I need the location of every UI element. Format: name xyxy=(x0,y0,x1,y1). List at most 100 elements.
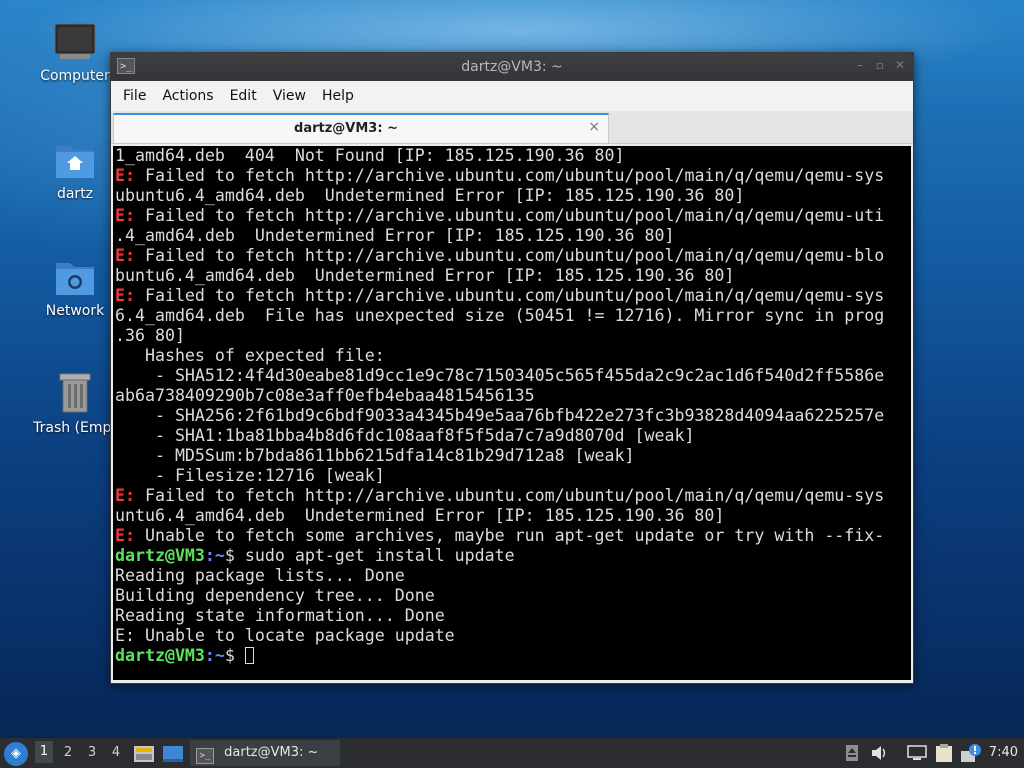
terminal-line: - MD5Sum:b7bda8611bb6215dfa14c81b29d712a… xyxy=(113,446,911,466)
tab-close-icon[interactable]: × xyxy=(588,119,600,135)
line-text: - SHA1:1ba81bba4b8d6fdc108aaf8f5f5da7c7a… xyxy=(115,426,695,445)
terminal-line: ubuntu6.4_amd64.deb Undetermined Error [… xyxy=(113,186,911,206)
terminal-line: 6.4_amd64.deb File has unexpected size (… xyxy=(113,306,911,326)
line-text: Hashes of expected file: xyxy=(115,346,385,365)
computer-icon xyxy=(54,23,96,59)
terminal-line: dartz@VM3:~$ sudo apt-get install update xyxy=(113,546,911,566)
terminal-line: - SHA256:2f61bd9c6bdf9033a4345b49e5aa76b… xyxy=(113,406,911,426)
terminal-line: Hashes of expected file: xyxy=(113,346,911,366)
menu-edit[interactable]: Edit xyxy=(222,81,265,111)
show-desktop-icon[interactable] xyxy=(162,744,184,764)
terminal-line: dartz@VM3:~$ xyxy=(113,646,911,666)
network-folder-icon xyxy=(56,263,94,295)
line-text: - SHA512:4f4d30eabe81d9cc1e9c78c71503405… xyxy=(115,366,885,385)
line-text: buntu6.4_amd64.deb Undetermined Error [I… xyxy=(115,266,735,285)
error-prefix: E: xyxy=(115,286,135,305)
prompt-user: dartz@VM3 xyxy=(115,546,205,565)
tab-terminal[interactable]: dartz@VM3: ~ × xyxy=(113,113,609,143)
terminal-task-icon: >_ xyxy=(196,748,214,764)
terminal-line: E: Failed to fetch http://archive.ubuntu… xyxy=(113,246,911,266)
line-text: Failed to fetch http://archive.ubuntu.co… xyxy=(134,286,885,305)
terminal-line: E: Unable to locate package update xyxy=(113,626,911,646)
line-text: ab6a738409290b7c08e3aff0efb4ebaa48154561… xyxy=(115,386,535,405)
desktop: Computer dartz Network Trash (Empt >_ da… xyxy=(0,0,1024,768)
error-prefix: E: xyxy=(115,526,135,545)
window-controls: – ▫ ✕ xyxy=(853,58,907,72)
notification-icon[interactable] xyxy=(960,743,982,763)
line-text: Reading state information... Done xyxy=(115,606,445,625)
line-text: $ sudo apt-get install update xyxy=(224,546,515,565)
line-text: .4_amd64.deb Undetermined Error [IP: 185… xyxy=(115,226,675,245)
network-icon[interactable] xyxy=(907,745,927,761)
workspace-3[interactable]: 3 xyxy=(83,745,101,760)
line-text: - SHA256:2f61bd9c6bdf9033a4345b49e5aa76b… xyxy=(115,406,885,425)
menubar: File Actions Edit View Help xyxy=(111,81,913,111)
menu-file[interactable]: File xyxy=(115,81,154,111)
trash-icon xyxy=(59,373,91,413)
task-label: dartz@VM3: ~ xyxy=(224,745,319,760)
line-text: Failed to fetch http://archive.ubuntu.co… xyxy=(134,166,885,185)
line-text: - Filesize:12716 [weak] xyxy=(115,466,385,485)
line-text: .36 80] xyxy=(115,326,185,345)
line-text: Failed to fetch http://archive.ubuntu.co… xyxy=(134,486,885,505)
line-text: Unable to fetch some archives, maybe run… xyxy=(134,526,885,545)
line-text: Failed to fetch http://archive.ubuntu.co… xyxy=(134,246,885,265)
terminal-line: .36 80] xyxy=(113,326,911,346)
workspace-2[interactable]: 2 xyxy=(59,745,77,760)
terminal-line: .4_amd64.deb Undetermined Error [IP: 185… xyxy=(113,226,911,246)
task-terminal[interactable]: >_ dartz@VM3: ~ xyxy=(190,740,340,766)
terminal-line: E: Failed to fetch http://archive.ubuntu… xyxy=(113,286,911,306)
menu-actions[interactable]: Actions xyxy=(154,81,221,111)
window-titlebar[interactable]: >_ dartz@VM3: ~ – ▫ ✕ xyxy=(111,53,913,81)
terminal-line: E: Failed to fetch http://archive.ubuntu… xyxy=(113,486,911,506)
terminal-output[interactable]: 1_amd64.deb 404 Not Found [IP: 185.125.1… xyxy=(113,146,911,680)
terminal-line: E: Failed to fetch http://archive.ubuntu… xyxy=(113,166,911,186)
terminal-window: >_ dartz@VM3: ~ – ▫ ✕ File Actions Edit … xyxy=(110,52,914,684)
menu-help[interactable]: Help xyxy=(314,81,362,111)
line-text: 1_amd64.deb 404 Not Found [IP: 185.125.1… xyxy=(115,146,625,165)
terminal-line: E: Unable to fetch some archives, maybe … xyxy=(113,526,911,546)
error-prefix: E: xyxy=(115,206,135,225)
error-prefix: E: xyxy=(115,486,135,505)
lubuntu-start-icon[interactable]: ◈ xyxy=(4,742,28,766)
line-text: untu6.4_amd64.deb Undetermined Error [IP… xyxy=(115,506,725,525)
line-text: Building dependency tree... Done xyxy=(115,586,435,605)
file-manager-icon[interactable] xyxy=(133,744,155,764)
clock: 7:40 xyxy=(988,745,1018,760)
clipboard-icon[interactable] xyxy=(934,743,954,763)
terminal-line: 1_amd64.deb 404 Not Found [IP: 185.125.1… xyxy=(113,146,911,166)
terminal-line: - SHA512:4f4d30eabe81d9cc1e9c78c71503405… xyxy=(113,366,911,386)
close-icon[interactable]: ✕ xyxy=(893,58,907,72)
workspace-1[interactable]: 1 xyxy=(35,741,53,763)
menu-view[interactable]: View xyxy=(265,81,314,111)
line-text: E: Unable to locate package update xyxy=(115,626,455,645)
terminal-line: Reading state information... Done xyxy=(113,606,911,626)
workspace-4[interactable]: 4 xyxy=(107,745,125,760)
home-folder-icon xyxy=(56,146,94,178)
text-cursor xyxy=(244,647,254,664)
eject-icon[interactable] xyxy=(845,745,859,761)
terminal-line: Building dependency tree... Done xyxy=(113,586,911,606)
volume-icon[interactable] xyxy=(871,745,889,761)
error-prefix: E: xyxy=(115,166,135,185)
line-text: $ xyxy=(224,646,245,665)
terminal-line: - Filesize:12716 [weak] xyxy=(113,466,911,486)
tab-label: dartz@VM3: ~ xyxy=(294,121,398,136)
tab-bar: dartz@VM3: ~ × xyxy=(111,111,913,144)
minimize-icon[interactable]: – xyxy=(853,58,867,72)
error-prefix: E: xyxy=(115,246,135,265)
terminal-line: untu6.4_amd64.deb Undetermined Error [IP… xyxy=(113,506,911,526)
terminal-line: buntu6.4_amd64.deb Undetermined Error [I… xyxy=(113,266,911,286)
prompt-user: dartz@VM3 xyxy=(115,646,205,665)
terminal-line: ab6a738409290b7c08e3aff0efb4ebaa48154561… xyxy=(113,386,911,406)
taskbar: ◈ 1 2 3 4 >_ dartz@VM3: ~ 7:40 xyxy=(0,737,1024,768)
prompt-path: :~ xyxy=(204,646,225,665)
line-text: - MD5Sum:b7bda8611bb6215dfa14c81b29d712a… xyxy=(115,446,635,465)
line-text: Reading package lists... Done xyxy=(115,566,405,585)
line-text: ubuntu6.4_amd64.deb Undetermined Error [… xyxy=(115,186,745,205)
terminal-line: E: Failed to fetch http://archive.ubuntu… xyxy=(113,206,911,226)
maximize-icon[interactable]: ▫ xyxy=(873,58,887,72)
window-title: dartz@VM3: ~ xyxy=(461,59,563,75)
terminal-line: - SHA1:1ba81bba4b8d6fdc108aaf8f5f5da7c7a… xyxy=(113,426,911,446)
terminal-line: Reading package lists... Done xyxy=(113,566,911,586)
